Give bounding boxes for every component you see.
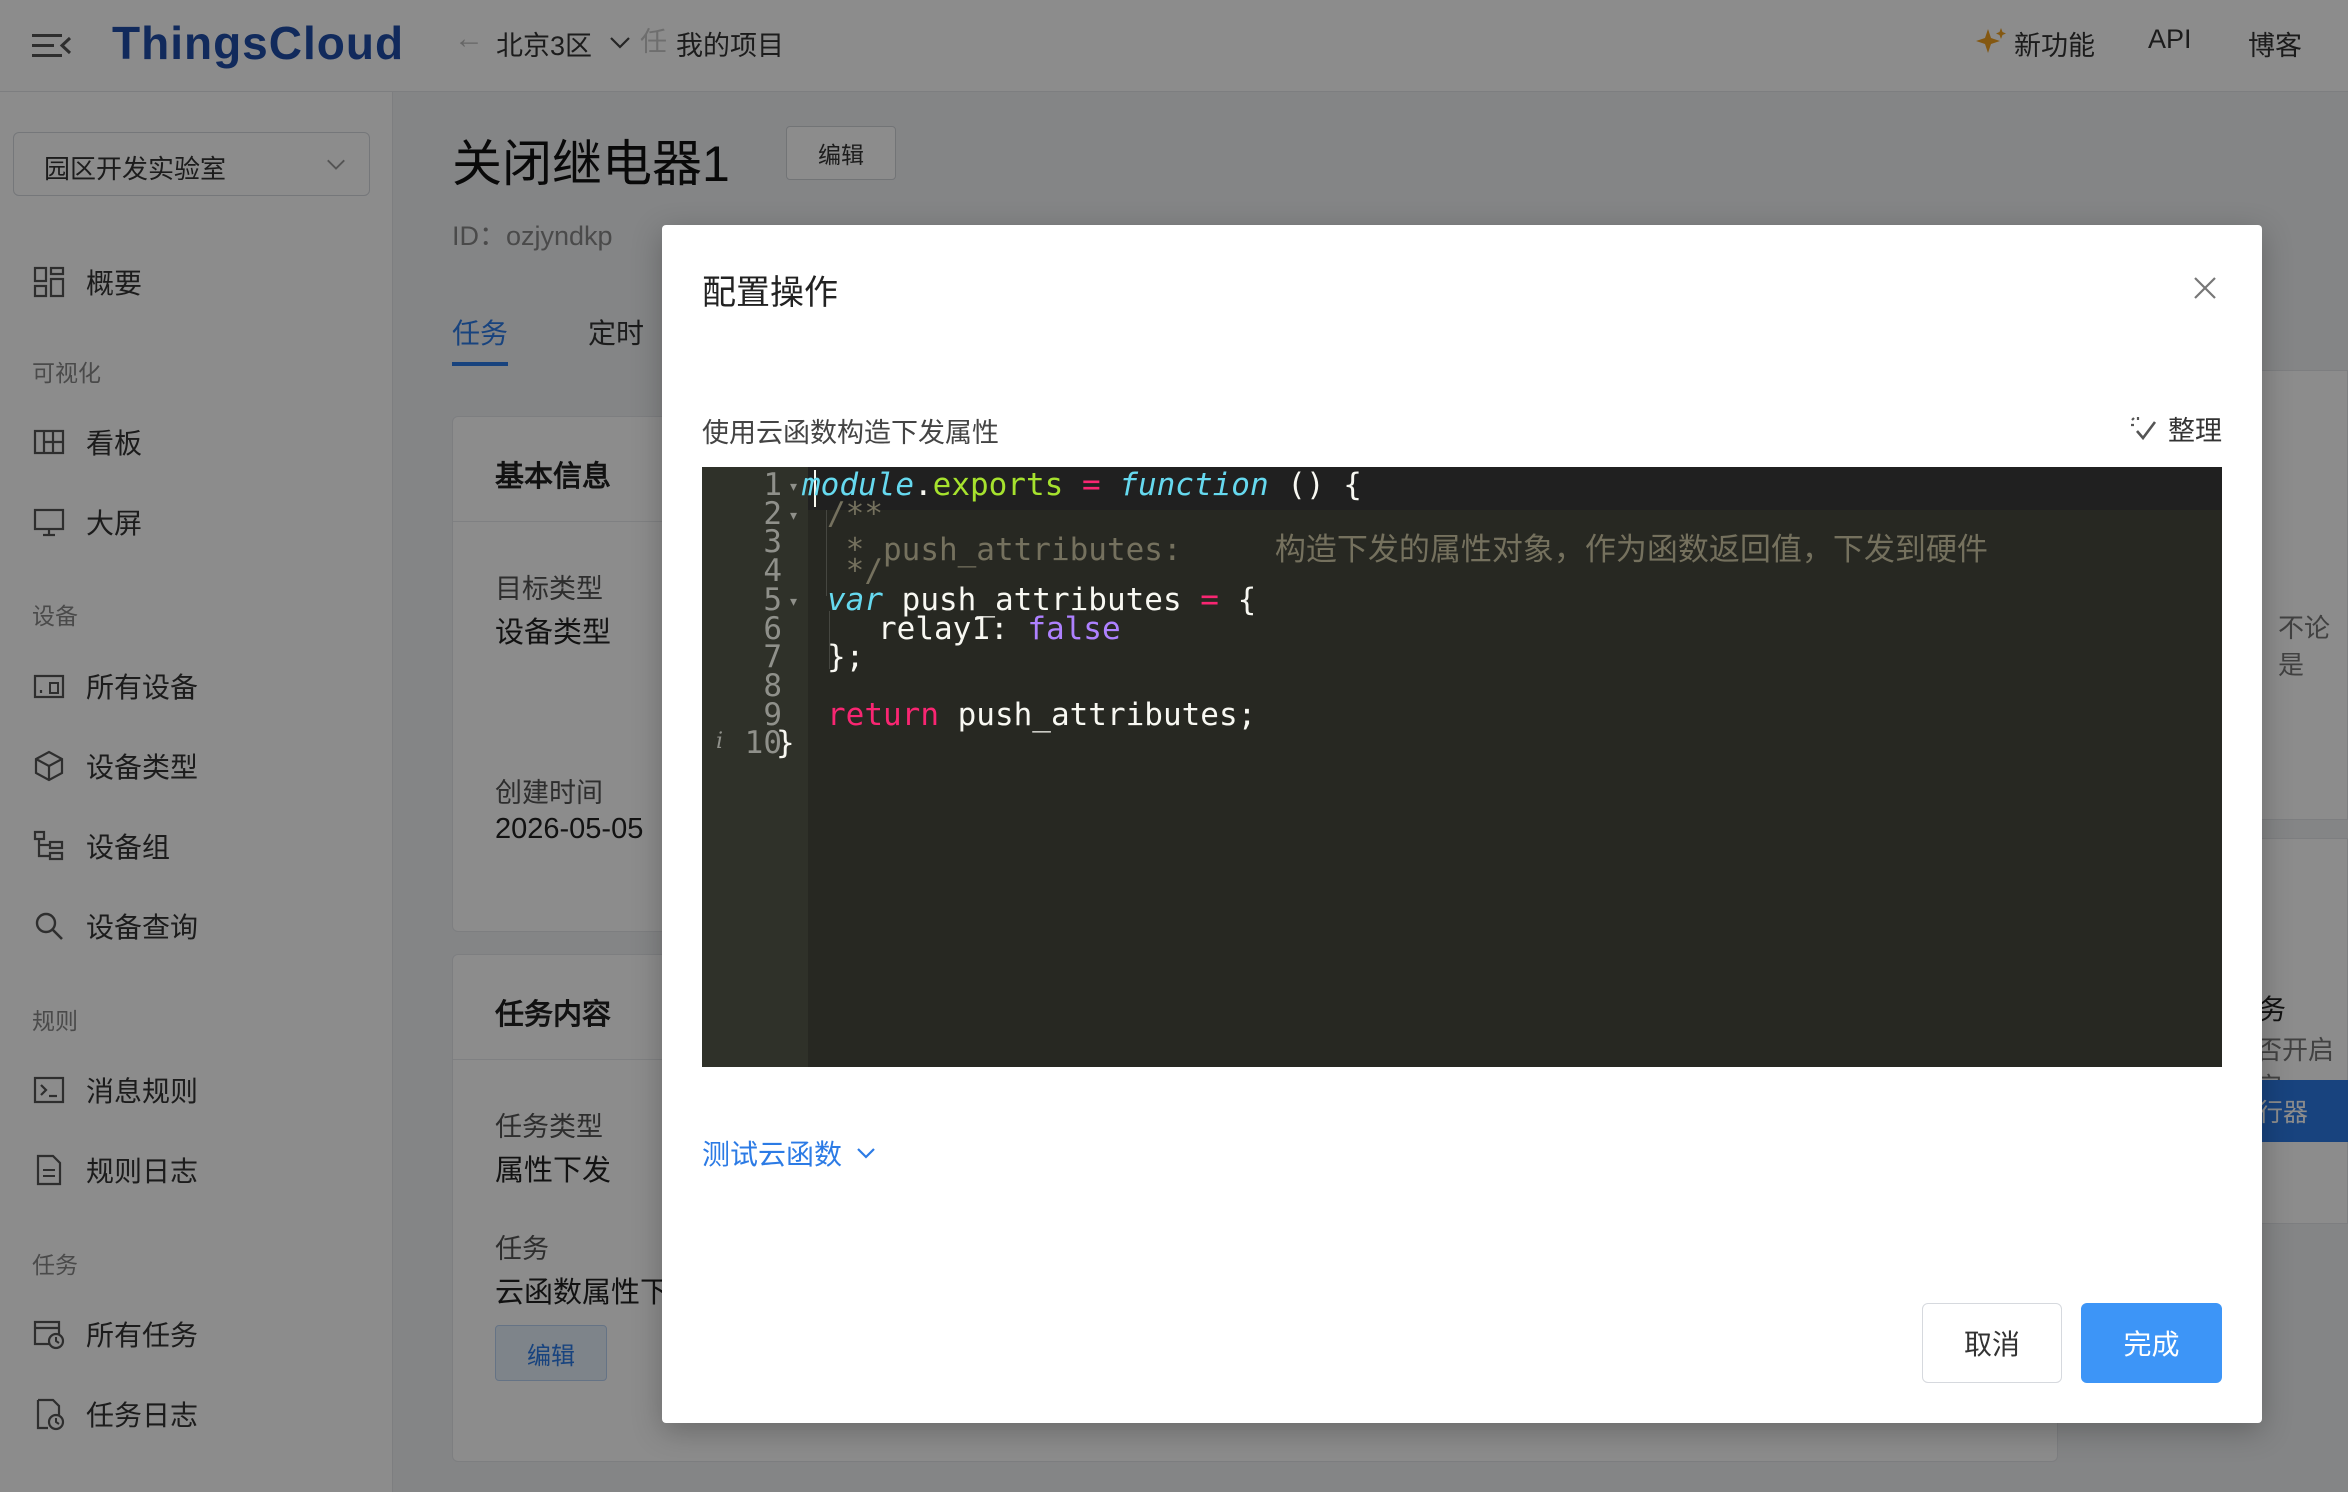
code-token: false [1027,611,1121,647]
code-token: return [827,697,939,733]
format-button[interactable]: 整理 [2128,409,2222,448]
close-icon[interactable] [2190,273,2220,303]
code-editor[interactable]: 1 ▾ 2 ▾ 3 4 5 ▾ 6 7 8 9 i 10 module.expo… [702,467,2222,1067]
done-button[interactable]: 完成 [2081,1303,2222,1383]
code-token: exports [932,467,1064,503]
code-line-9: return push_attributes; [827,697,1256,733]
test-cloud-function-label: 测试云函数 [702,1139,843,1170]
code-label: 使用云函数构造下发属性 [702,418,999,448]
line-number: 10 [744,725,782,761]
configure-action-modal: 配置操作 使用云函数构造下发属性 整理 1 ▾ 2 ▾ 3 4 5 ▾ 6 7 … [662,225,2262,1423]
code-token: var [827,582,883,618]
fold-arrow-icon[interactable]: ▾ [790,594,797,610]
code-token: = [1200,582,1219,618]
code-token: function [1119,467,1269,503]
chevron-down-icon [857,1148,875,1159]
code-token: () { [1268,467,1362,503]
magic-format-icon [2131,416,2157,440]
code-line-1: module.exports = function () { [802,467,1362,503]
code-token: { [1218,582,1257,618]
code-token: relay1: [878,611,1028,647]
code-token: = [1063,467,1120,503]
code-token: push_attributes; [938,697,1257,733]
editor-gutter: 1 ▾ 2 ▾ 3 4 5 ▾ 6 7 8 9 i 10 [702,467,808,1067]
modal-title: 配置操作 [702,274,838,312]
code-line-3: * push_attributes: 构造下发的属性对象，作为函数返回值，下发到… [827,532,1988,568]
code-line-6: relay1: false [878,611,1121,647]
fold-arrow-icon[interactable]: ▾ [790,479,797,495]
test-cloud-function-toggle[interactable]: 测试云函数 [702,1133,878,1173]
cancel-button[interactable]: 取消 [1922,1303,2062,1383]
code-token: . [913,467,933,503]
code-line-7: }; [827,639,865,675]
fold-arrow-icon[interactable]: ▾ [790,508,797,524]
format-label: 整理 [2168,416,2222,446]
code-line-10: } [776,725,795,761]
